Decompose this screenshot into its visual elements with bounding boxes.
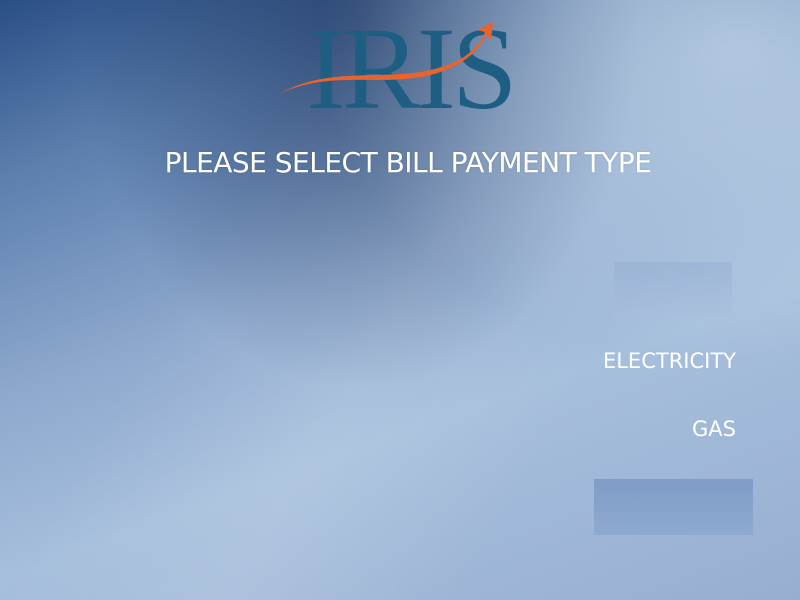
blank-option-button-bottom[interactable] bbox=[594, 479, 753, 535]
gas-option[interactable]: GAS bbox=[692, 417, 736, 441]
blank-option-button-top[interactable] bbox=[614, 262, 732, 317]
logo-swoosh-icon bbox=[279, 22, 493, 94]
page-title: PLEASE SELECT BILL PAYMENT TYPE bbox=[164, 146, 652, 179]
iris-logo: IRIS bbox=[265, 10, 555, 128]
electricity-option[interactable]: ELECTRICITY bbox=[603, 349, 736, 373]
